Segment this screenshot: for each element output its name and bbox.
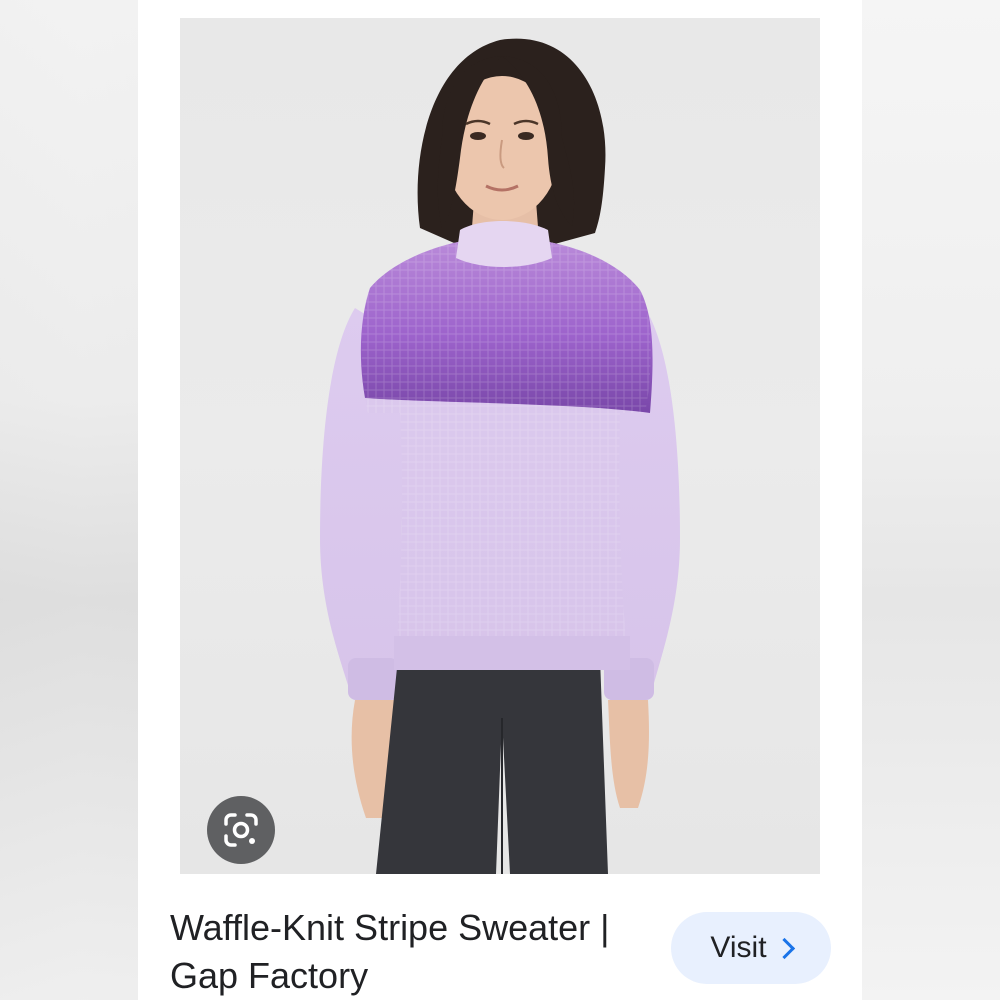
screen: Waffle-Knit Stripe Sweater | Gap Factory… bbox=[0, 0, 1000, 1000]
background-right-blur bbox=[862, 0, 1000, 1000]
result-card[interactable]: Waffle-Knit Stripe Sweater | Gap Factory… bbox=[138, 0, 862, 1000]
result-title[interactable]: Waffle-Knit Stripe Sweater | Gap Factory bbox=[170, 904, 650, 1000]
google-lens-button[interactable] bbox=[207, 796, 275, 864]
background-left-blur bbox=[0, 0, 138, 1000]
visit-label: Visit bbox=[710, 931, 767, 964]
product-image[interactable] bbox=[180, 18, 820, 874]
result-title-line-2: Gap Factory bbox=[170, 955, 369, 996]
google-lens-icon bbox=[224, 813, 258, 847]
visit-button[interactable]: Visit bbox=[671, 912, 831, 984]
result-title-line-1: Waffle-Knit Stripe Sweater | bbox=[170, 907, 610, 948]
chevron-right-icon bbox=[773, 937, 795, 959]
sweater-model-illustration bbox=[320, 38, 680, 874]
